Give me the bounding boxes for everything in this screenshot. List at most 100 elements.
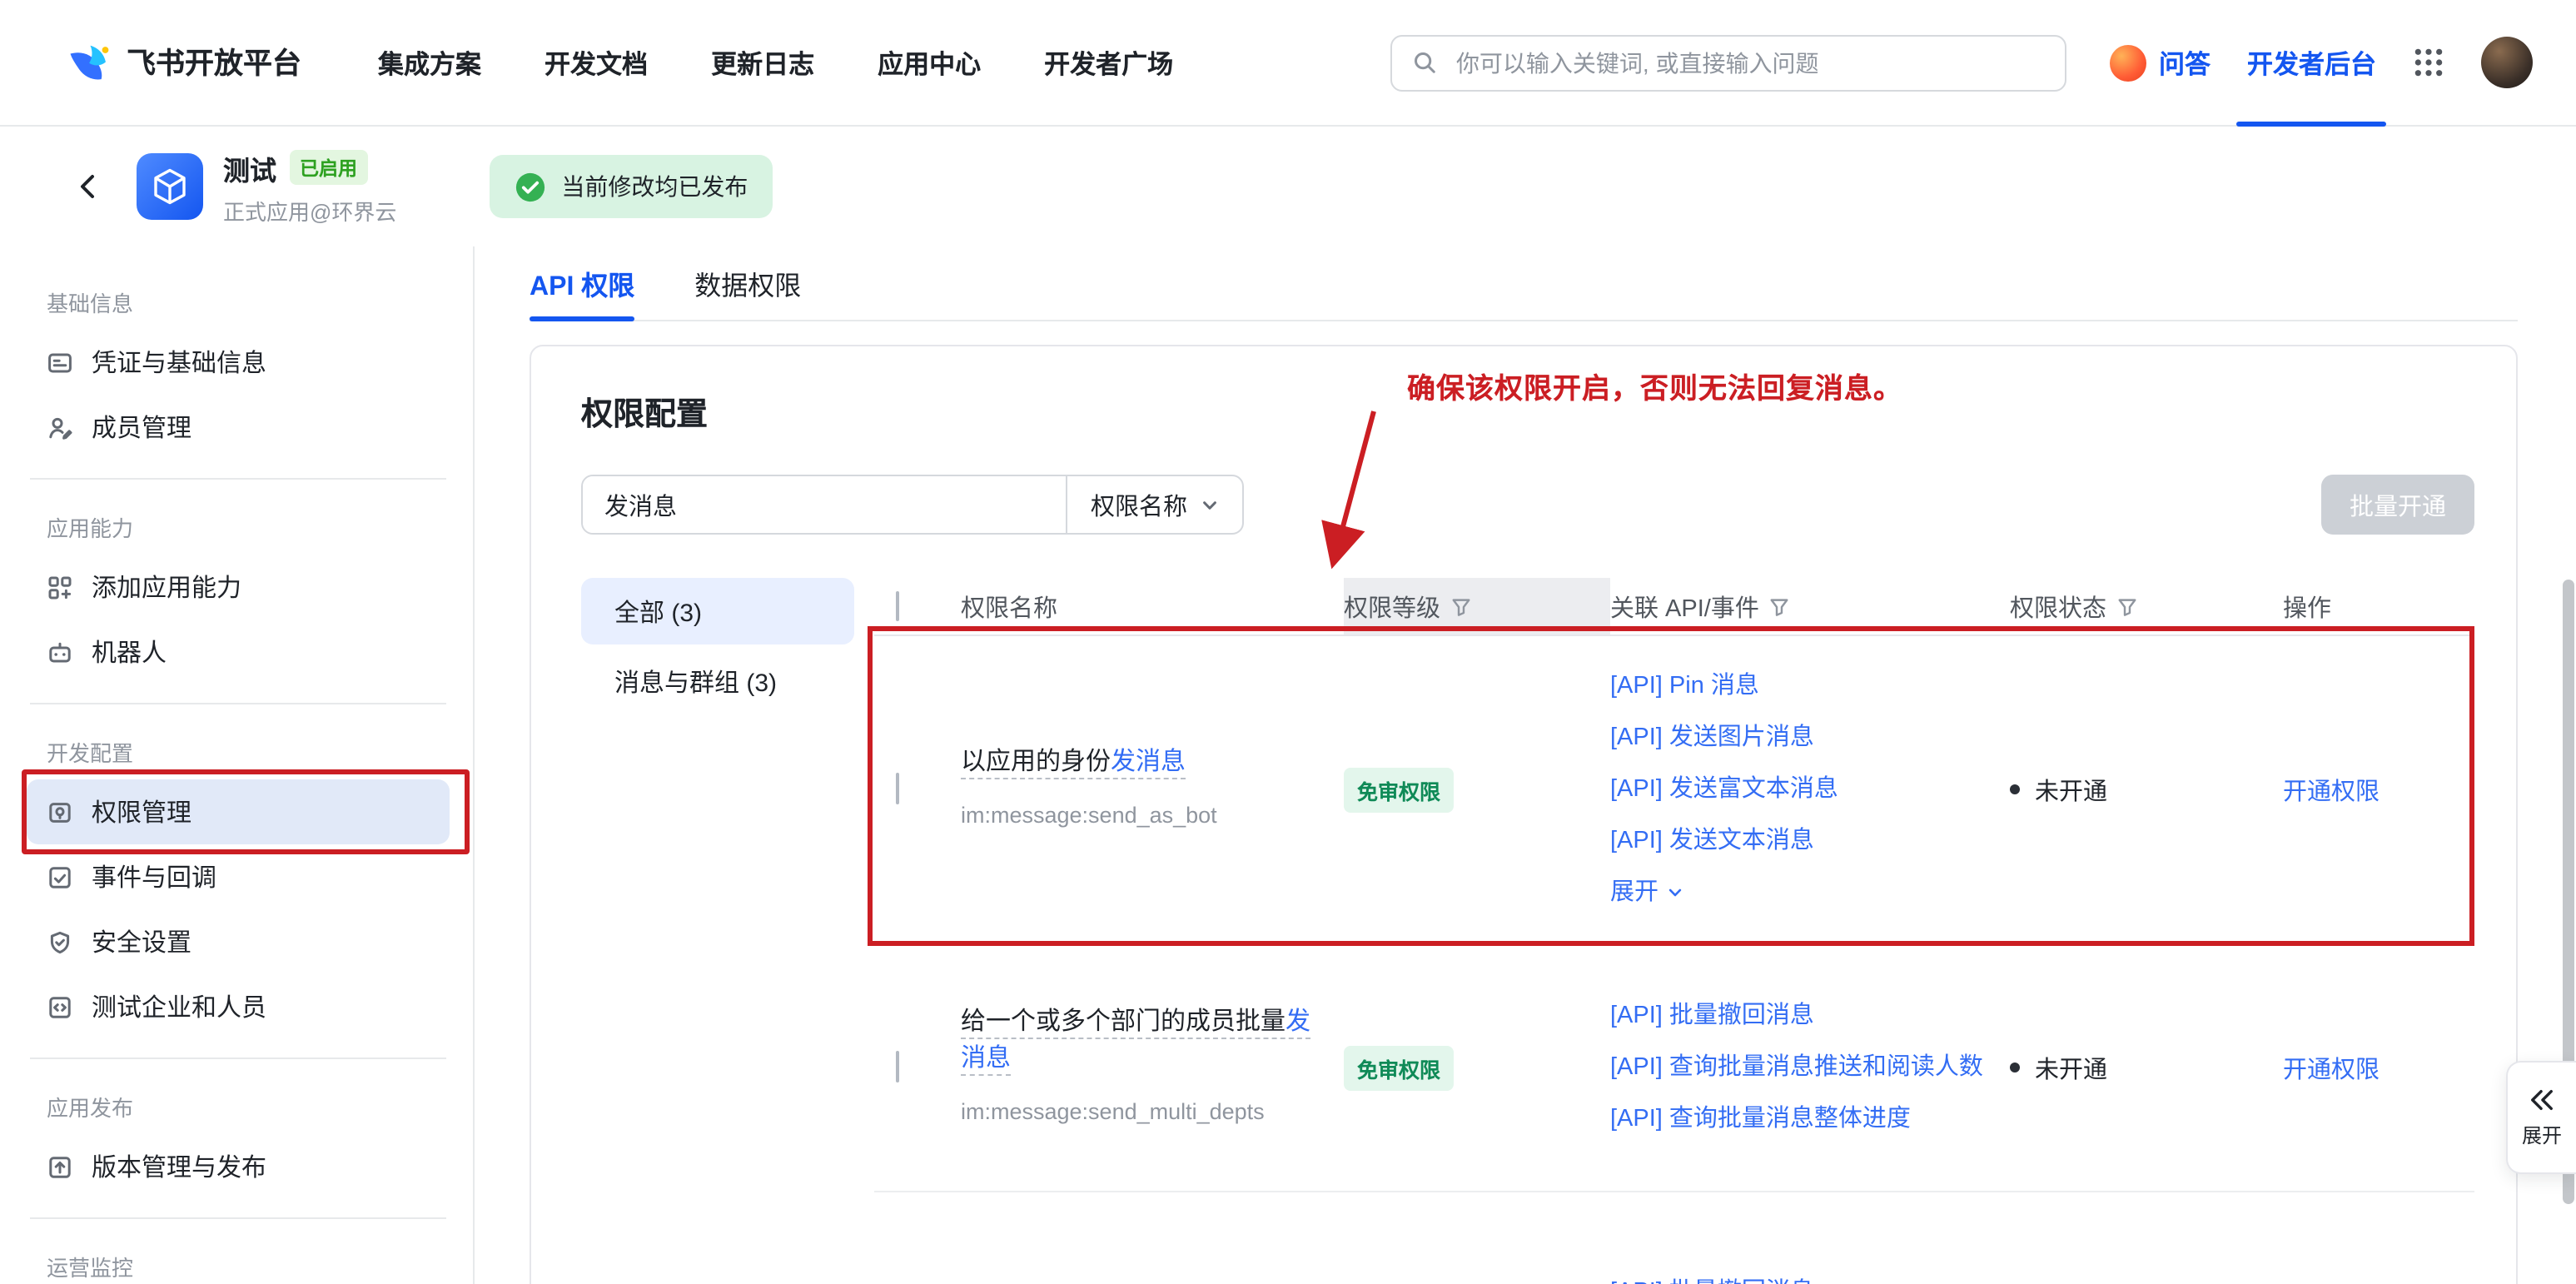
sidebar-item-version[interactable]: 版本管理与发布 [27, 1134, 450, 1199]
app-subtitle: 正式应用@环界云 [223, 194, 396, 226]
qa-label: 问答 [2159, 44, 2210, 81]
member-icon [47, 414, 73, 440]
global-search-input[interactable] [1453, 47, 2046, 77]
nav-item-docs[interactable]: 开发文档 [545, 44, 648, 81]
col-level: 权限等级 [1344, 589, 1440, 624]
app-header: 测试 已启用 正式应用@环界云 当前修改均已发布 [0, 127, 2576, 246]
status-cell: 未开通 [2010, 772, 2283, 807]
sidebar-item-add-capability[interactable]: 添加应用能力 [27, 555, 450, 620]
permission-name-link[interactable]: 发消息 [1111, 748, 1186, 776]
sidebar-item-events[interactable]: 事件与回调 [27, 844, 450, 909]
permission-search: 权限名称 [581, 475, 1244, 535]
bulk-approve-button[interactable]: 批量开通 [2321, 475, 2474, 535]
global-search [1391, 34, 2067, 91]
sidebar-section-monitor: 运营监控 [27, 1237, 450, 1284]
api-link[interactable]: [API] 发送文本消息 [1610, 824, 1987, 858]
grant-permission-link[interactable]: 开通权限 [2283, 779, 2380, 805]
row-checkbox[interactable] [896, 1051, 899, 1082]
robot-icon [47, 639, 73, 665]
category-all[interactable]: 全部 (3) [581, 578, 854, 644]
sidebar-item-label: 事件与回调 [92, 859, 216, 894]
sidebar-item-bot[interactable]: 机器人 [27, 620, 450, 684]
sidebar-item-test-org[interactable]: 测试企业和人员 [27, 974, 450, 1039]
navbar-right: 问答 开发者后台 [2111, 0, 2533, 126]
tab-data-permission[interactable]: 数据权限 [694, 246, 801, 320]
chevron-down-icon [1201, 495, 1219, 514]
sidebar-item-label: 测试企业和人员 [92, 989, 266, 1024]
annotation-box-sidebar [22, 769, 470, 854]
brand[interactable]: 飞书开放平台 [67, 40, 301, 85]
permission-name: 给一个或多个部门的成员批量发消息 [961, 1008, 1310, 1076]
sidebar-item-credentials[interactable]: 凭证与基础信息 [27, 330, 450, 395]
expand-panel-button[interactable]: 展开 [2506, 1061, 2576, 1174]
level-badge: 免审权限 [1344, 1045, 1454, 1090]
nav-item-dev-plaza[interactable]: 开发者广场 [1044, 44, 1173, 81]
filter-funnel-icon[interactable] [1769, 595, 1791, 617]
api-list: [API] 批量撤回消息 [API] 查询批量消息推送和阅读人数 [1610, 1247, 2010, 1284]
grant-permission-link[interactable]: 开通权限 [2283, 1057, 2380, 1083]
console-link[interactable]: 开发者后台 [2247, 0, 2376, 126]
sidebar-divider [30, 1217, 446, 1219]
code-box-icon [47, 993, 73, 1020]
permission-tabs: API 权限 数据权限 [530, 246, 2518, 321]
sidebar-divider [30, 1058, 446, 1059]
permission-row: 给多个用户批量发消息 [API] 批量撤回消息 [API] 查询批量消息推送和阅… [874, 1192, 2474, 1284]
level-badge: 免审权限 [1344, 767, 1454, 812]
user-avatar[interactable] [2481, 37, 2533, 88]
sidebar-section-basic: 基础信息 [27, 273, 450, 330]
api-link[interactable]: [API] 查询批量消息整体进度 [1610, 1102, 1987, 1136]
permission-name: 以应用的身份发消息 [961, 748, 1186, 779]
nav-item-app-center[interactable]: 应用中心 [878, 44, 981, 81]
qa-link[interactable]: 问答 [2111, 44, 2210, 81]
publish-up-icon [47, 1153, 73, 1180]
brand-name: 飞书开放平台 [127, 42, 301, 83]
api-link[interactable]: [API] 批量撤回消息 [1610, 999, 1987, 1033]
filter-funnel-icon[interactable] [1450, 595, 1472, 617]
col-status: 权限状态 [2010, 589, 2106, 624]
sidebar-item-members[interactable]: 成员管理 [27, 395, 450, 460]
search-icon [1413, 50, 1438, 75]
expand-apis-link[interactable]: 展开 [1610, 876, 1987, 909]
apps-grid-button[interactable] [2413, 47, 2444, 78]
category-list: 全部 (3) 消息与群组 (3) [581, 578, 854, 1284]
page: 飞书开放平台 集成方案 开发文档 更新日志 应用中心 开发者广场 问答 开发者后… [0, 0, 2576, 1284]
safe-lock-icon [47, 799, 73, 825]
sidebar-section-release: 应用发布 [27, 1077, 450, 1134]
table-header: 权限名称 权限等级 关联 API/事件 [874, 578, 2474, 636]
sidebar-section-devconfig: 开发配置 [27, 723, 450, 779]
category-message-group[interactable]: 消息与群组 (3) [581, 648, 854, 714]
api-link[interactable]: [API] 发送富文本消息 [1610, 773, 1987, 806]
nav-item-changelog[interactable]: 更新日志 [711, 44, 814, 81]
api-link[interactable]: [API] 批量撤回消息 [1610, 1275, 1987, 1284]
status-dot-icon [2010, 1063, 2020, 1072]
app-icon [137, 153, 203, 220]
sidebar-item-label: 凭证与基础信息 [92, 345, 266, 380]
sidebar-item-label: 权限管理 [92, 794, 191, 829]
grid-plus-icon [47, 574, 73, 600]
sidebar-item-security[interactable]: 安全设置 [27, 909, 450, 974]
double-chevron-left-icon [2528, 1087, 2556, 1112]
status-badge: 已启用 [290, 150, 367, 185]
permission-filter-select[interactable]: 权限名称 [1066, 476, 1242, 533]
publish-status-banner: 当前修改均已发布 [490, 155, 773, 218]
back-button[interactable] [67, 165, 110, 208]
primary-nav: 集成方案 开发文档 更新日志 应用中心 开发者广场 [378, 44, 1173, 81]
nav-item-integration[interactable]: 集成方案 [378, 44, 481, 81]
api-list: [API] Pin 消息 [API] 发送图片消息 [API] 发送富文本消息 … [1610, 641, 2010, 938]
permission-search-input[interactable] [583, 476, 1066, 533]
api-link[interactable]: [API] 查询批量消息推送和阅读人数 [1610, 1051, 1987, 1084]
tab-api-permission[interactable]: API 权限 [530, 246, 634, 320]
api-link[interactable]: [API] Pin 消息 [1610, 669, 1987, 703]
sidebar-divider [30, 703, 446, 704]
api-link[interactable]: [API] 发送图片消息 [1610, 721, 1987, 754]
status-cell: 未开通 [2010, 1050, 2283, 1085]
select-all-checkbox[interactable] [896, 591, 899, 621]
status-text: 未开通 [2035, 1050, 2107, 1085]
filter-funnel-icon[interactable] [2116, 595, 2138, 617]
permission-table: 权限名称 权限等级 关联 API/事件 [874, 578, 2474, 1284]
sidebar-item-permissions[interactable]: 权限管理 [27, 779, 450, 844]
row-checkbox[interactable] [896, 773, 899, 804]
col-name: 权限名称 [961, 589, 1057, 624]
permission-name-text: 给一个或多个部门的成员批量 [961, 1008, 1286, 1036]
sidebar-item-label: 成员管理 [92, 410, 191, 445]
